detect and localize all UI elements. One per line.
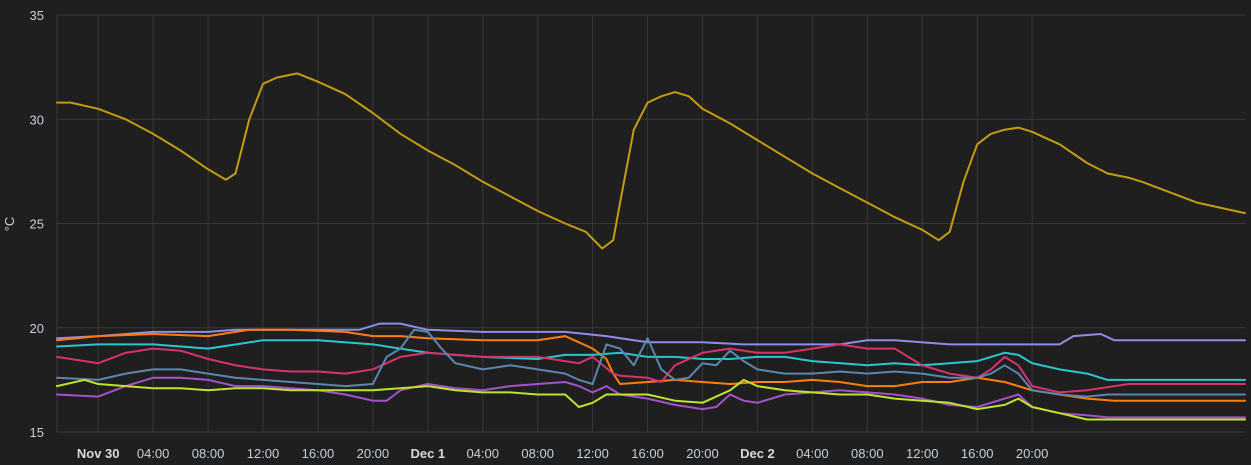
x-tick-label: Dec 2 <box>740 446 775 461</box>
x-tick-label: 12:00 <box>906 446 939 461</box>
x-tick-label: 16:00 <box>631 446 664 461</box>
x-tick-label: 04:00 <box>137 446 170 461</box>
series-group <box>56 72 1246 421</box>
x-tick-label: Nov 30 <box>77 446 120 461</box>
x-tick-label: 04:00 <box>796 446 829 461</box>
series-line-1 <box>56 72 1246 250</box>
series-line-7 <box>56 376 1246 419</box>
x-tick-label: 08:00 <box>851 446 884 461</box>
y-tick-label: 15 <box>30 425 44 440</box>
y-axis: 15 20 25 30 35 <box>30 8 44 440</box>
x-axis: Nov 30 04:00 08:00 12:00 16:00 20:00 Dec 1 04:0… <box>77 446 1049 461</box>
y-tick-label: 20 <box>30 321 44 336</box>
x-tick-label: 08:00 <box>192 446 225 461</box>
x-tick-label: 04:00 <box>466 446 499 461</box>
x-tick-label: 16:00 <box>302 446 335 461</box>
y-tick-label: 35 <box>30 8 44 23</box>
x-tick-label: 08:00 <box>521 446 554 461</box>
y-axis-unit: °C <box>2 217 17 232</box>
x-tick-label: 12:00 <box>247 446 280 461</box>
x-tick-label: 12:00 <box>576 446 609 461</box>
x-tick-label: Dec 1 <box>410 446 445 461</box>
series-line-2 <box>56 322 1246 346</box>
grid <box>56 14 1245 433</box>
temperature-chart: 15 20 25 30 35 Nov 30 04:00 08:00 12:00 16:00 20:… <box>2 8 1246 461</box>
x-tick-label: 20:00 <box>1016 446 1049 461</box>
x-tick-label: 20:00 <box>686 446 719 461</box>
x-tick-label: 20:00 <box>357 446 390 461</box>
x-tick-label: 16:00 <box>961 446 994 461</box>
y-tick-label: 25 <box>30 217 44 232</box>
y-tick-label: 30 <box>30 112 44 127</box>
